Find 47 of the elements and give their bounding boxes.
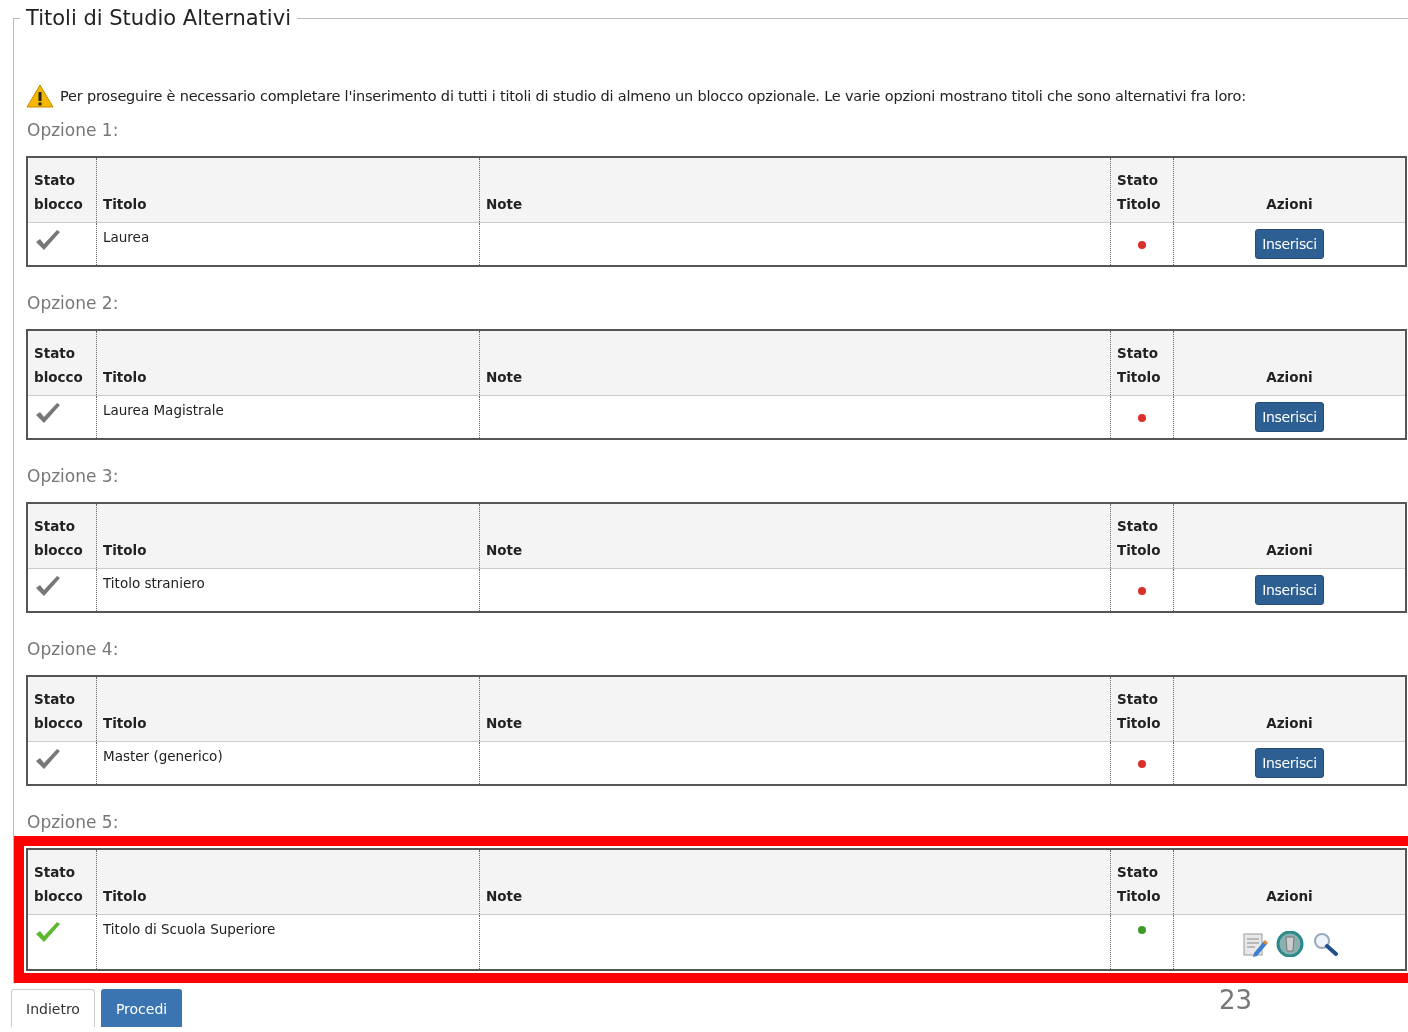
column-header: Stato blocco (27, 849, 97, 915)
table-cell: Laurea (96, 222, 480, 266)
table-cell: Titolo di Scuola Superiore (96, 914, 480, 970)
column-header: Stato Titolo (1110, 676, 1174, 742)
proceed-button[interactable]: Procedi (100, 989, 183, 1027)
warning-icon (26, 84, 54, 108)
column-header: Stato blocco (27, 330, 97, 396)
column-header: Note (479, 157, 1111, 223)
column-header: Azioni (1173, 503, 1406, 569)
table-cell: Master (generico) (96, 741, 480, 785)
insert-button[interactable]: Inserisci (1255, 748, 1324, 778)
column-header: Stato Titolo (1110, 849, 1174, 915)
table-cell: Laurea Magistrale (96, 395, 480, 439)
column-header: Note (479, 849, 1111, 915)
column-header: Note (479, 503, 1111, 569)
column-header: Note (479, 676, 1111, 742)
option-label: Opzione 1: (27, 120, 120, 140)
column-header: Stato blocco (27, 503, 97, 569)
option-label: Opzione 3: (27, 466, 120, 486)
edit-icon[interactable] (1241, 930, 1268, 957)
page-number: 23 (1218, 985, 1252, 1015)
column-header: Stato Titolo (1110, 503, 1174, 569)
option-label: Opzione 4: (27, 639, 120, 659)
column-header: Stato blocco (27, 157, 97, 223)
column-header: Azioni (1173, 676, 1406, 742)
section-title: Titoli di Studio Alternativi (25, 6, 292, 30)
column-header: Titolo (96, 503, 480, 569)
warning-message: Per proseguire è necessario completare l'inserimento di tutti i titoli di studio di almeno un blocco opzionale. Le varie opzioni mostrano titoli che sono alternativi fra loro: (60, 88, 1246, 104)
column-header: Stato blocco (27, 676, 97, 742)
option-label: Opzione 2: (27, 293, 120, 313)
column-header: Titolo (96, 330, 480, 396)
column-header: Azioni (1173, 157, 1406, 223)
insert-button[interactable]: Inserisci (1255, 229, 1324, 259)
column-header: Note (479, 330, 1111, 396)
column-header: Azioni (1173, 849, 1406, 915)
column-header: Stato Titolo (1110, 330, 1174, 396)
option-label: Opzione 5: (27, 812, 120, 832)
column-header: Azioni (1173, 330, 1406, 396)
column-header: Titolo (96, 157, 480, 223)
table-cell: Titolo straniero (96, 568, 480, 612)
back-button[interactable]: Indietro (11, 989, 95, 1027)
column-header: Stato Titolo (1110, 157, 1174, 223)
column-header: Titolo (96, 849, 480, 915)
search-icon[interactable] (1311, 930, 1338, 957)
insert-button[interactable]: Inserisci (1255, 402, 1324, 432)
insert-button[interactable]: Inserisci (1255, 575, 1324, 605)
column-header: Titolo (96, 676, 480, 742)
